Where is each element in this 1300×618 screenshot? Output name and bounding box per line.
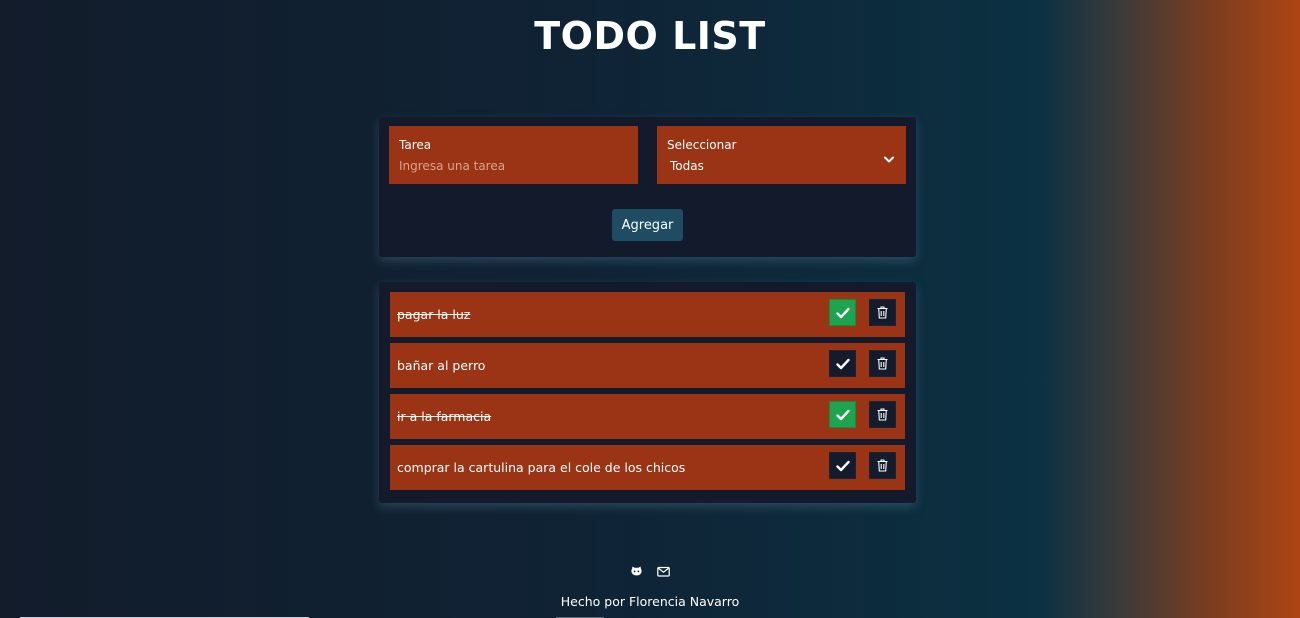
delete-button[interactable] [869,452,896,479]
todo-item: ir a la farmacia [390,394,905,439]
page-title: TODO LIST [534,14,766,58]
todo-text: comprar la cartulina para el cole de los… [397,460,686,475]
chevron-down-icon[interactable] [884,156,894,164]
delete-button[interactable] [869,401,896,428]
mail-icon[interactable] [657,565,670,578]
trash-icon [877,408,888,421]
todo-list: pagar la luz bañar al perro ir a la farm… [379,282,916,503]
complete-button[interactable] [829,452,856,479]
todo-item: comprar la cartulina para el cole de los… [390,445,905,490]
check-icon [835,307,850,318]
delete-button[interactable] [869,350,896,377]
github-icon[interactable] [630,565,643,578]
todo-item: bañar al perro [390,343,905,388]
trash-icon [877,459,888,472]
filter-select[interactable]: Seleccionar Todas [657,126,906,184]
task-input[interactable] [399,159,628,173]
filter-value[interactable]: Todas [667,159,704,173]
todo-text: bañar al perro [397,358,486,373]
check-icon [835,358,850,369]
delete-button[interactable] [869,299,896,326]
complete-button[interactable] [829,401,856,428]
task-label: Tarea [399,138,432,152]
todo-item: pagar la luz [390,292,905,337]
trash-icon [877,306,888,319]
todo-text: pagar la luz [397,307,471,322]
add-button[interactable]: Agregar [612,209,683,241]
task-field[interactable]: Tarea [389,126,638,184]
complete-button[interactable] [829,299,856,326]
todo-text: ir a la farmacia [397,409,492,424]
complete-button[interactable] [829,350,856,377]
filter-label: Seleccionar [667,138,737,152]
footer-links [0,565,1300,578]
check-icon [835,409,850,420]
trash-icon [877,357,888,370]
task-form: Tarea Seleccionar Todas Agregar [379,117,916,257]
footer-credit: Hecho por Florencia Navarro [560,594,740,609]
check-icon [835,460,850,471]
